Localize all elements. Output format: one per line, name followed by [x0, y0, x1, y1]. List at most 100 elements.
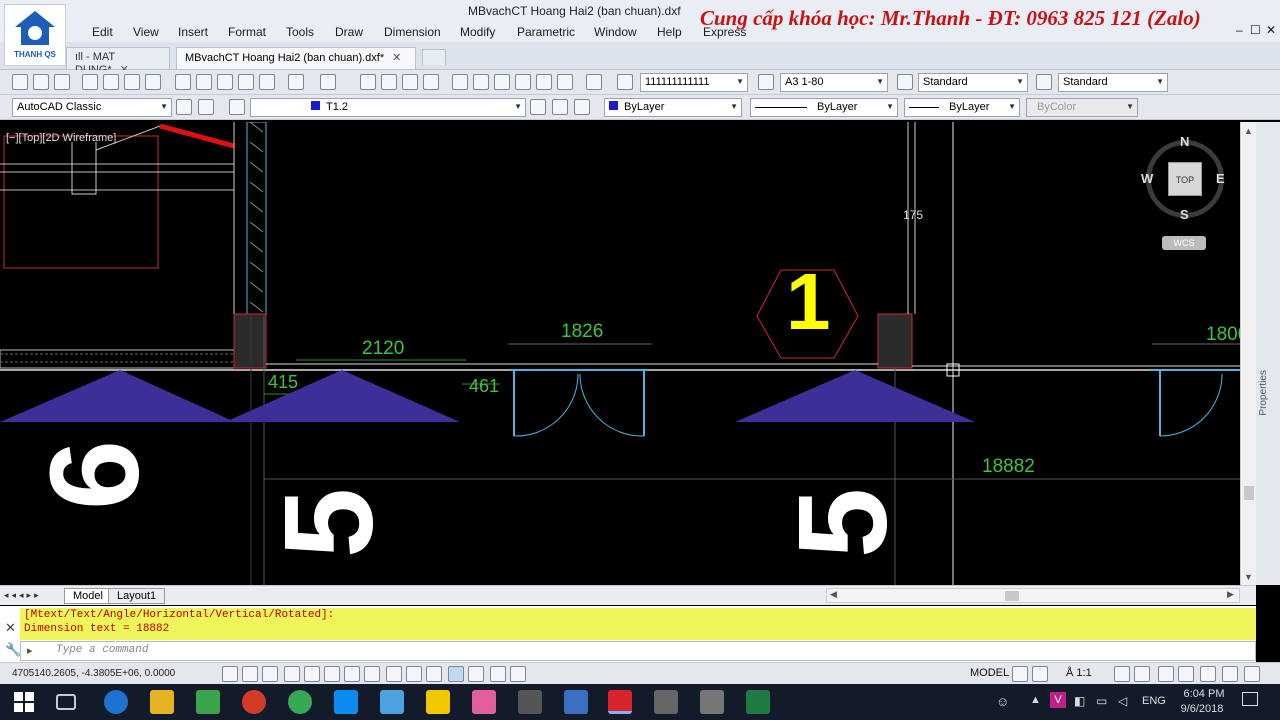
compass-east[interactable]: E: [1216, 171, 1225, 186]
minimize-icon[interactable]: –: [1236, 23, 1243, 37]
help-icon[interactable]: [586, 74, 602, 90]
app-icon[interactable]: [380, 690, 404, 714]
scroll-thumb[interactable]: [1244, 486, 1254, 500]
app-icon[interactable]: [242, 690, 266, 714]
zoom-window-icon[interactable]: [402, 74, 418, 90]
clean-screen-icon[interactable]: [1244, 666, 1260, 682]
table-style-icon[interactable]: [897, 74, 913, 90]
save-icon[interactable]: [54, 74, 70, 90]
selection-cycling-icon[interactable]: [490, 666, 506, 682]
color-select[interactable]: ByLayer ▼: [604, 98, 742, 117]
dim-style-icon[interactable]: [758, 74, 774, 90]
object-snap-icon[interactable]: [324, 666, 340, 682]
cut-icon[interactable]: [175, 74, 191, 90]
copy-icon[interactable]: [196, 74, 212, 90]
volume-icon[interactable]: ◁: [1118, 694, 1127, 708]
plot-preview-icon[interactable]: [103, 74, 119, 90]
pan-icon[interactable]: [360, 74, 376, 90]
dynamic-input-icon[interactable]: [406, 666, 422, 682]
layer-previous-icon[interactable]: [552, 99, 568, 115]
new-file-icon[interactable]: [12, 74, 28, 90]
autocad-icon[interactable]: [608, 690, 632, 714]
compass-south[interactable]: S: [1180, 207, 1189, 222]
coordinate-readout[interactable]: 4705140.2605, -4.3805E+06, 0.0000: [12, 668, 175, 679]
scroll-left-icon[interactable]: ◀: [830, 589, 837, 600]
properties-icon[interactable]: [452, 74, 468, 90]
snap-mode-icon[interactable]: [242, 666, 258, 682]
word-icon[interactable]: [564, 690, 588, 714]
menu-help[interactable]: Help: [657, 25, 682, 39]
workspace-switching-icon[interactable]: [1158, 666, 1174, 682]
3d-print-icon[interactable]: [145, 74, 161, 90]
toolbar-lock-icon[interactable]: [1178, 666, 1194, 682]
sheet-set-icon[interactable]: [515, 74, 531, 90]
make-current-layer-icon[interactable]: [530, 99, 546, 115]
scroll-right-icon[interactable]: ▶: [1227, 589, 1234, 600]
zalo-icon[interactable]: [334, 690, 358, 714]
publish-icon[interactable]: [124, 74, 140, 90]
linetype-select[interactable]: ByLayer ▼: [750, 98, 898, 117]
lineweight-icon[interactable]: [426, 666, 442, 682]
mleader-style-select[interactable]: Standard ▼: [1058, 73, 1168, 92]
match-properties-icon[interactable]: [238, 74, 254, 90]
table-style-select[interactable]: Standard ▼: [918, 73, 1028, 92]
quick-view-drawings-icon[interactable]: [1032, 666, 1048, 682]
tab-mat-dung[interactable]: ıll - MAT DUNG*✕: [66, 47, 170, 76]
wcs-menu[interactable]: WCS: [1162, 236, 1206, 250]
new-tab-button[interactable]: [422, 49, 446, 65]
annotation-scale[interactable]: Å 1:1: [1066, 667, 1092, 679]
compass-west[interactable]: W: [1141, 171, 1153, 186]
3d-object-snap-icon[interactable]: [344, 666, 360, 682]
layer-state-icon[interactable]: [574, 99, 590, 115]
chevron-up-icon[interactable]: ▲: [1030, 694, 1041, 706]
scroll-down-icon[interactable]: ▼: [1244, 572, 1253, 582]
zoom-realtime-icon[interactable]: [381, 74, 397, 90]
command-line-input[interactable]: ▸: [20, 641, 1256, 661]
menu-window[interactable]: Window: [594, 25, 637, 39]
task-view-icon[interactable]: [56, 694, 76, 710]
close-icon[interactable]: ✕: [1266, 23, 1276, 37]
dynamic-ucs-icon[interactable]: [386, 666, 402, 682]
workspace-settings-icon[interactable]: [176, 99, 192, 115]
isolate-objects-icon[interactable]: [1222, 666, 1238, 682]
text-style-select[interactable]: 111111111111 ▼: [640, 73, 748, 92]
menu-tools[interactable]: Tools: [286, 25, 314, 39]
hardware-acceleration-icon[interactable]: [1200, 666, 1216, 682]
ortho-mode-icon[interactable]: [284, 666, 300, 682]
polar-tracking-icon[interactable]: [304, 666, 320, 682]
tab-mbvachct[interactable]: MBvachCT Hoang Hai2 (ban chuan).dxf* ✕: [176, 47, 416, 69]
tab-layout1[interactable]: Layout1: [108, 588, 166, 604]
close-icon[interactable]: ✕: [392, 52, 401, 64]
auto-scale-icon[interactable]: [1134, 666, 1150, 682]
paste-icon[interactable]: [217, 74, 233, 90]
wrench-icon[interactable]: 🔧: [5, 642, 21, 658]
excel-icon[interactable]: [746, 690, 770, 714]
layer-select[interactable]: T1.2 ▼: [250, 98, 526, 117]
close-command-icon[interactable]: ✕: [5, 620, 16, 636]
undo-icon[interactable]: [288, 74, 304, 90]
menu-dimension[interactable]: Dimension: [384, 25, 441, 39]
model-space-toggle[interactable]: MODEL: [970, 667, 1009, 679]
annotation-monitor-icon[interactable]: [510, 666, 526, 682]
dim-style-select[interactable]: A3 1-80 ▼: [780, 73, 888, 92]
properties-palette-strip[interactable]: [1256, 122, 1280, 585]
file-explorer-icon[interactable]: [150, 690, 174, 714]
mleader-style-icon[interactable]: [1036, 74, 1052, 90]
markup-icon[interactable]: [536, 74, 552, 90]
zoom-previous-icon[interactable]: [423, 74, 439, 90]
chrome-icon[interactable]: [288, 690, 312, 714]
clock-time[interactable]: 6:04 PM: [1180, 688, 1228, 700]
scroll-up-icon[interactable]: ▲: [1244, 126, 1253, 136]
block-editor-icon[interactable]: [259, 74, 275, 90]
redo-icon[interactable]: [320, 74, 336, 90]
design-center-icon[interactable]: [473, 74, 489, 90]
grid-display-icon[interactable]: [262, 666, 278, 682]
horizontal-scrollbar[interactable]: ◀ ▶: [826, 588, 1240, 603]
tool-palettes-icon[interactable]: [494, 74, 510, 90]
language-indicator[interactable]: ENG: [1142, 695, 1166, 707]
menu-parametric[interactable]: Parametric: [517, 25, 575, 39]
clock-date[interactable]: 9/6/2018: [1176, 703, 1228, 715]
app-icon[interactable]: [426, 690, 450, 714]
app-icon[interactable]: [472, 690, 496, 714]
menu-insert[interactable]: Insert: [178, 25, 208, 39]
